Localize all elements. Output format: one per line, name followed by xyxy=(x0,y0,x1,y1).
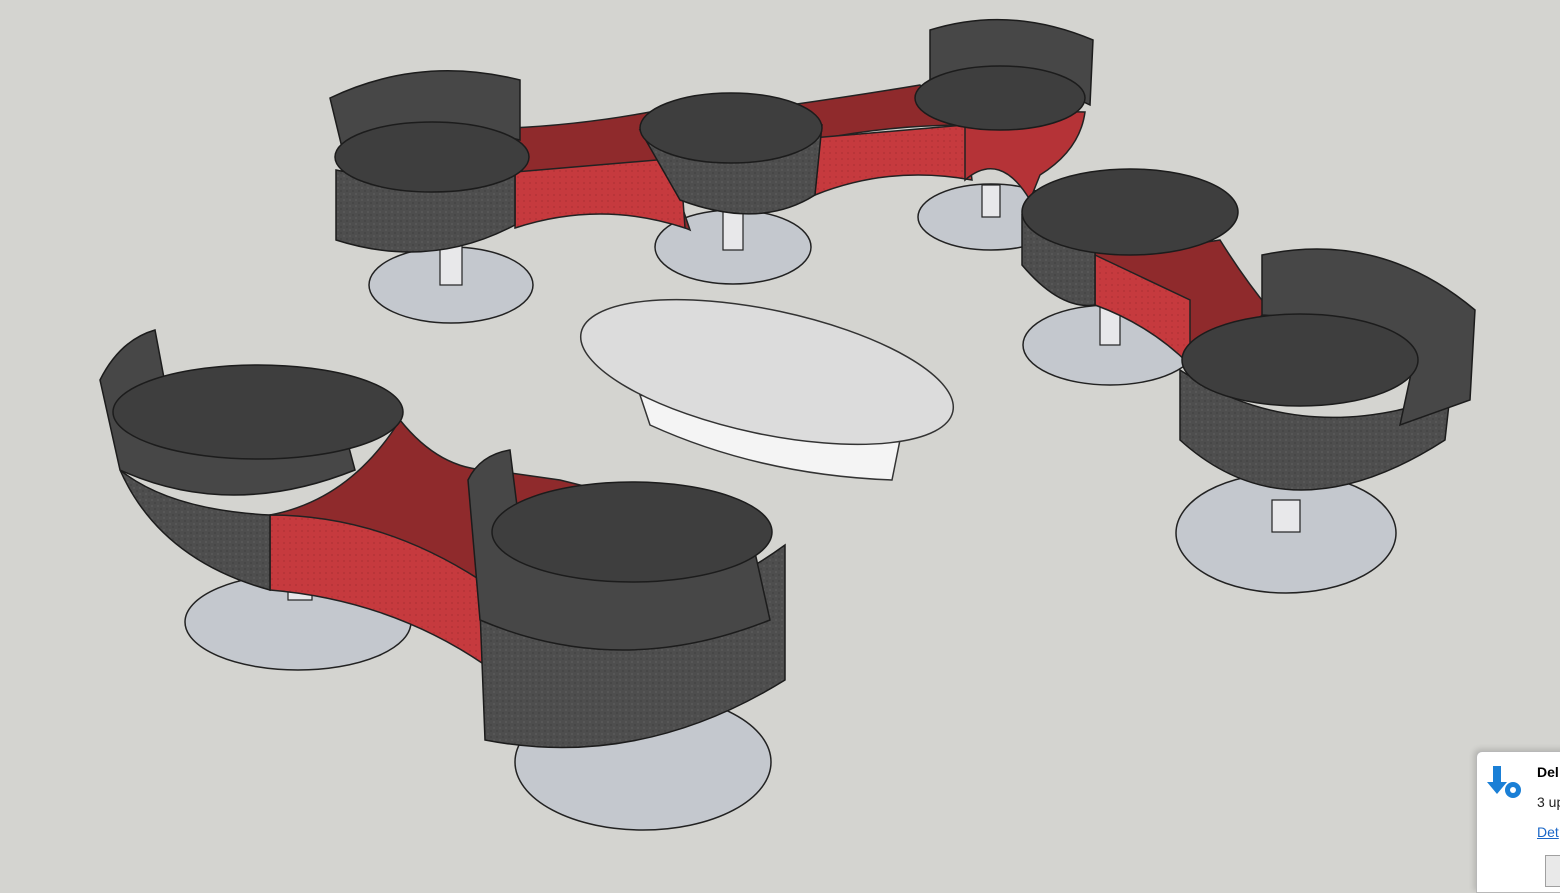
coffee-table[interactable] xyxy=(568,272,965,481)
notification-action-button[interactable] xyxy=(1545,855,1560,887)
model-viewport[interactable]: Del 3 up Det xyxy=(0,0,1560,893)
chair-top-right[interactable] xyxy=(914,18,1094,131)
3d-model-scene[interactable] xyxy=(0,0,1560,876)
notification-body: 3 up xyxy=(1537,794,1560,810)
chair-top-left[interactable] xyxy=(329,70,530,253)
update-gear-icon xyxy=(1487,766,1521,798)
notification-details-link[interactable]: Det xyxy=(1537,824,1559,840)
chair-bottom-middle[interactable] xyxy=(467,449,786,749)
update-notification[interactable]: Del 3 up Det xyxy=(1476,751,1560,893)
notification-title: Del xyxy=(1537,764,1559,780)
